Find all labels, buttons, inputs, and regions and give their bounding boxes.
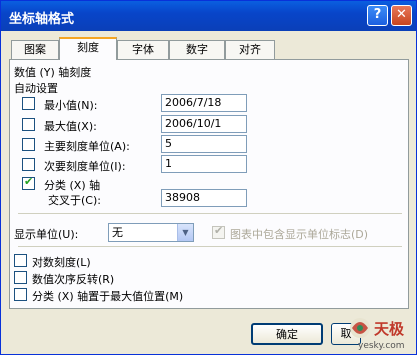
watermark-site: yesky.com (358, 341, 405, 351)
show-units-label-text: 图表中包含显示单位标志(D) (230, 228, 369, 241)
divider (18, 246, 402, 247)
dialog-title: 坐标轴格式 (9, 12, 75, 27)
tab-number[interactable]: 数字 (169, 40, 225, 59)
cross-at-max-label: 分类 (X) 轴置于最大值位置(M) (32, 290, 184, 303)
max-value-field[interactable]: 2006/10/1 (161, 115, 247, 133)
display-units-value: 无 (112, 226, 123, 239)
watermark-logo: 天极 yesky.com (346, 314, 412, 352)
category-axis-label: 分类 (X) 轴 (44, 179, 101, 192)
auto-heading: 自动设置 (14, 82, 58, 95)
minor-unit-field[interactable]: 1 (161, 155, 247, 173)
reverse-order-checkbox[interactable] (14, 271, 27, 284)
min-value-field[interactable]: 2006/7/18 (161, 94, 247, 112)
display-units-label: 显示单位(U): (14, 228, 79, 241)
tab-font[interactable]: 字体 (117, 40, 169, 59)
major-unit-auto-checkbox[interactable] (22, 138, 35, 151)
axis-scale-heading: 数值 (Y) 轴刻度 (14, 66, 92, 79)
divider (18, 213, 402, 214)
category-axis-checkbox[interactable] (22, 175, 35, 190)
minor-unit-label: 次要刻度单位(I): (44, 160, 126, 173)
log-scale-label: 对数刻度(L) (32, 256, 91, 269)
show-units-label-checkbox[interactable] (212, 224, 225, 239)
tab-scale[interactable]: 刻度 (59, 37, 117, 60)
min-label: 最小值(N): (44, 99, 98, 112)
format-axis-dialog: 坐标轴格式 ? ✕ 图案 刻度 字体 数字 对齐 数值 (Y) 轴刻度 自动设置… (0, 0, 417, 355)
log-scale-checkbox[interactable] (14, 254, 27, 267)
min-auto-checkbox[interactable] (22, 97, 35, 110)
crosses-at-label: 交叉于(C): (48, 194, 101, 207)
tab-alignment[interactable]: 对齐 (225, 40, 275, 59)
major-unit-label: 主要刻度单位(A): (44, 140, 130, 153)
max-label: 最大值(X): (44, 120, 97, 133)
cross-at-max-checkbox[interactable] (14, 288, 27, 301)
chevron-down-icon[interactable]: ▼ (177, 224, 193, 241)
reverse-order-label: 数值次序反转(R) (32, 273, 115, 286)
max-auto-checkbox[interactable] (22, 118, 35, 131)
ok-button[interactable]: 确定 (251, 323, 323, 345)
title-bar[interactable]: 坐标轴格式 ? ✕ (1, 1, 416, 31)
yesky-logo-icon: 天极 yesky.com (350, 318, 405, 351)
tab-patterns[interactable]: 图案 (11, 40, 59, 59)
watermark-brand: 天极 (374, 320, 405, 338)
crosses-at-field[interactable]: 38908 (161, 189, 247, 207)
close-button[interactable]: ✕ (391, 5, 412, 26)
major-unit-field[interactable]: 5 (161, 135, 247, 153)
scale-panel: 数值 (Y) 轴刻度 自动设置 最小值(N): 2006/7/18 最大值(X)… (9, 59, 409, 309)
display-units-select[interactable]: 无 ▼ (108, 223, 194, 242)
tab-strip: 图案 刻度 字体 数字 对齐 (9, 37, 409, 60)
help-button[interactable]: ? (367, 5, 388, 26)
minor-unit-auto-checkbox[interactable] (22, 158, 35, 171)
